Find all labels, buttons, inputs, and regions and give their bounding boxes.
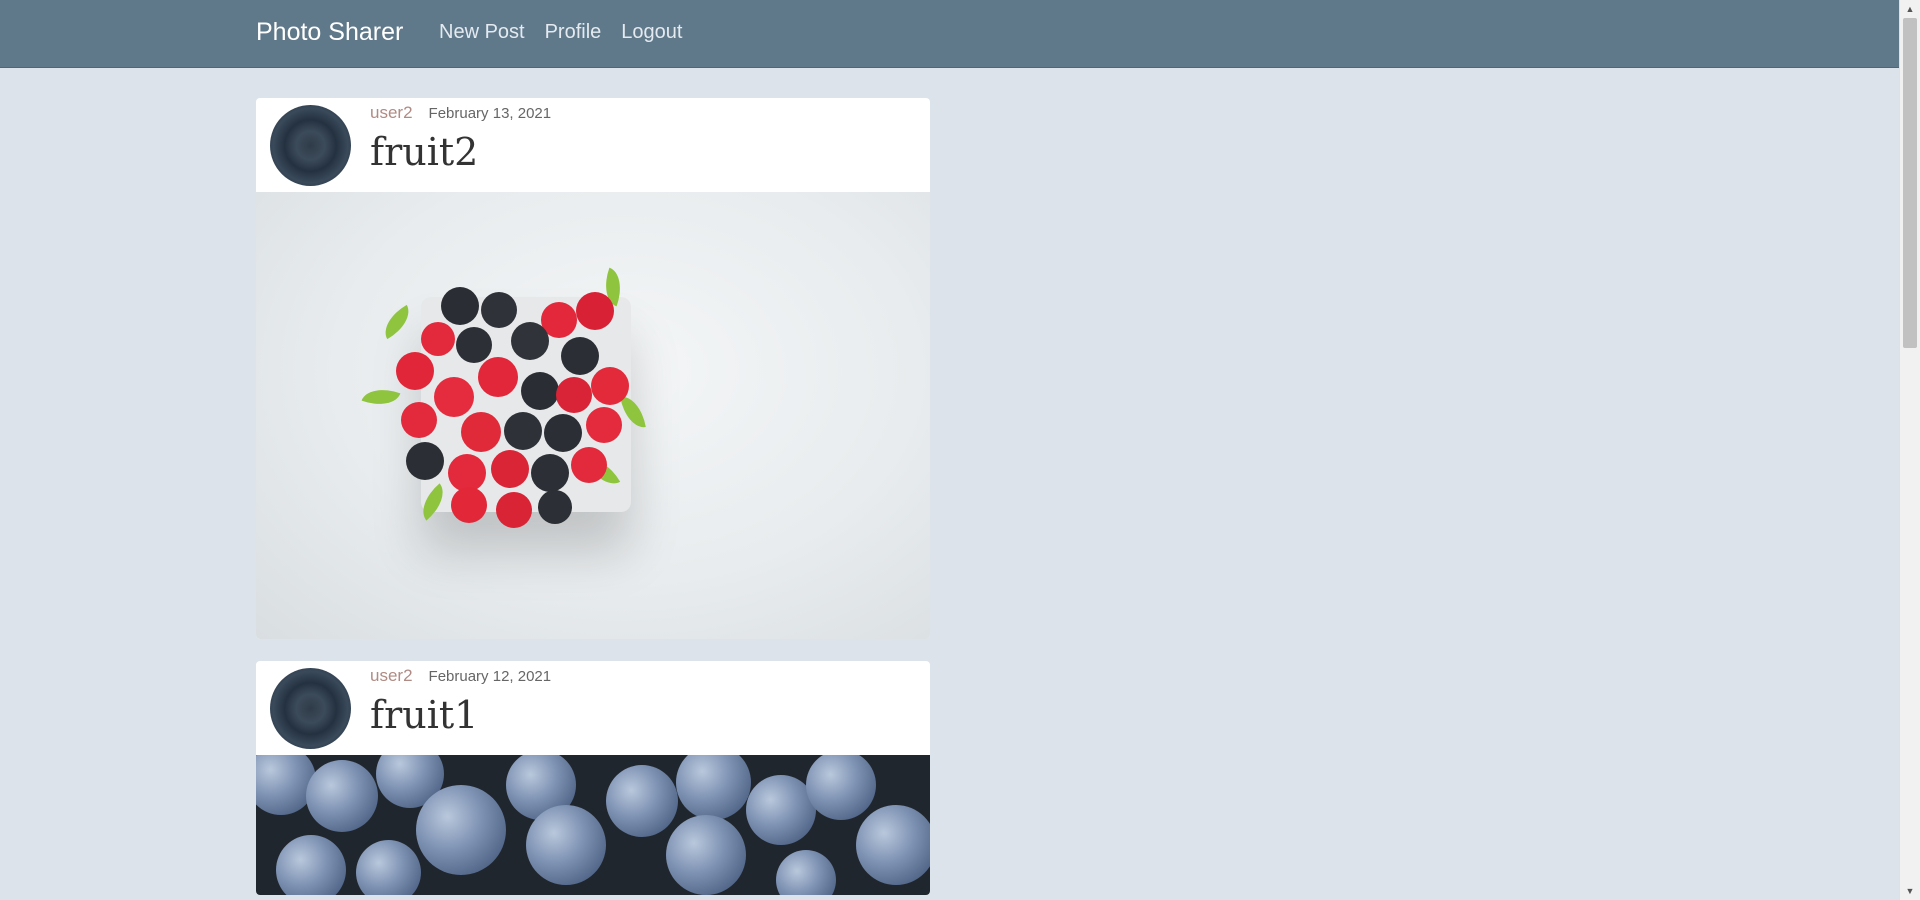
blackberry-shape [538,490,572,524]
author-avatar [270,105,351,186]
blueberry-shape [526,805,606,885]
author-link[interactable]: user2 [370,103,413,123]
blackberry-shape [531,454,569,492]
blueberry-shape [806,755,876,820]
raspberry-shape [434,377,474,417]
blueberry-shape [276,835,346,895]
brand-link[interactable]: Photo Sharer [256,18,403,47]
raspberry-shape [576,292,614,330]
post-date: February 12, 2021 [428,668,552,685]
scroll-down-arrow-icon[interactable]: ▼ [1900,882,1920,900]
post-header: user2 February 12, 2021 fruit1 [256,661,930,755]
raspberry-shape [396,352,434,390]
top-navbar: Photo Sharer New Post Profile Logout [0,0,1900,68]
raspberry-shape [461,412,501,452]
post-title[interactable]: fruit2 [370,130,478,174]
blackberry-shape [561,337,599,375]
blueberry-shape [606,765,678,837]
raspberry-shape [586,407,622,443]
blackberry-shape [441,287,479,325]
nav-logout-link[interactable]: Logout [621,21,682,44]
scrollbar-thumb[interactable] [1903,18,1917,348]
post-title[interactable]: fruit1 [370,693,478,737]
page-scrollbar[interactable]: ▲ ▼ [1899,0,1920,900]
post-card: user2 February 12, 2021 fruit1 [256,661,930,895]
blackberry-shape [544,414,582,452]
blackberry-shape [456,327,492,363]
scroll-up-arrow-icon[interactable]: ▲ [1900,0,1920,18]
leaf-shape [361,381,401,413]
blueberry-shape [306,760,378,832]
post-meta: user2 February 13, 2021 [370,103,551,123]
blackberry-shape [504,412,542,450]
raspberry-shape [496,492,532,528]
author-avatar [270,668,351,749]
blackberry-shape [521,372,559,410]
leaf-shape [377,304,417,340]
blackberry-shape [406,442,444,480]
nav-new-post-link[interactable]: New Post [439,21,525,44]
blueberry-shape [776,850,836,895]
raspberry-shape [401,402,437,438]
raspberry-shape [571,447,607,483]
blueberry-shape [666,815,746,895]
author-link[interactable]: user2 [370,666,413,686]
post-header: user2 February 13, 2021 fruit2 [256,98,930,192]
blueberry-shape [356,840,421,895]
nav-links: New Post Profile Logout [439,21,682,44]
raspberry-shape [421,322,455,356]
raspberry-shape [556,377,592,413]
raspberry-shape [478,357,518,397]
blueberry-shape [676,755,751,820]
raspberry-shape [491,450,529,488]
post-image-blueberries [256,755,930,895]
post-image-berries [256,192,930,639]
nav-profile-link[interactable]: Profile [545,21,602,44]
blueberry-shape [416,785,506,875]
raspberry-shape [451,487,487,523]
blackberry-shape [481,292,517,328]
blueberry-shape [856,805,930,885]
post-meta: user2 February 12, 2021 [370,666,551,686]
post-card: user2 February 13, 2021 fruit2 [256,98,930,639]
raspberry-shape [591,367,629,405]
blackberry-shape [511,322,549,360]
post-date: February 13, 2021 [428,105,552,122]
